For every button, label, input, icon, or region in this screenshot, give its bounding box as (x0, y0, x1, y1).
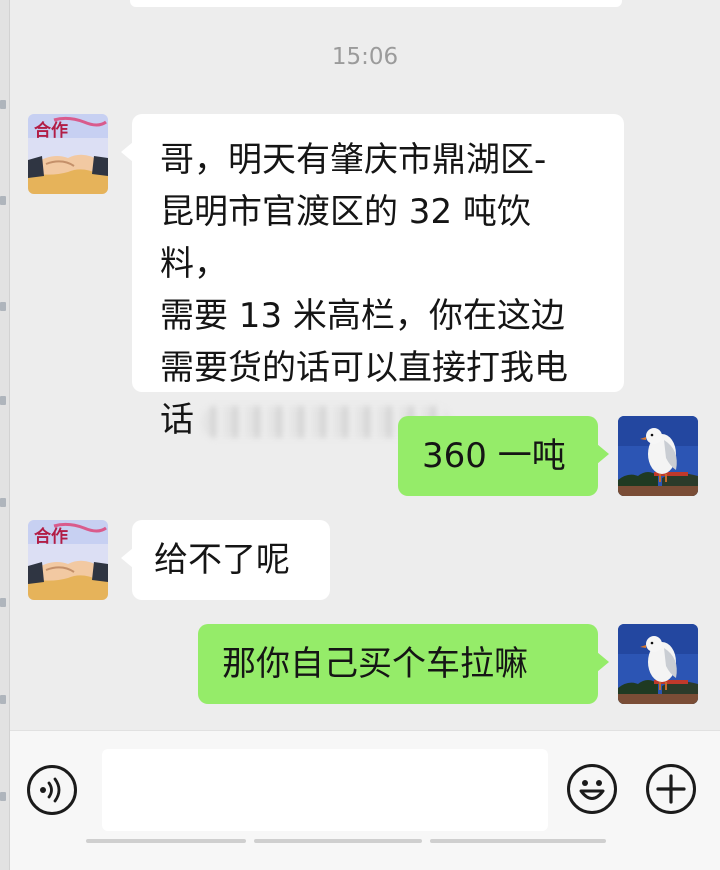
edge-mark (0, 396, 6, 405)
chat-input-bar (10, 730, 720, 870)
message-timestamp: 15:06 (331, 44, 399, 70)
scroll-indicator (86, 839, 246, 843)
message-line: 哥，明天有肇庆市鼎湖区- (160, 140, 547, 180)
edge-mark (0, 100, 6, 109)
outgoing-message-bubble[interactable]: 360 一吨 (398, 416, 609, 496)
my-avatar[interactable] (618, 624, 698, 704)
chat-message-area[interactable]: 15:06 合作 哥，明天有肇庆市鼎湖区- 昆明市官渡区的 32 吨饮料， 需要… (10, 0, 720, 730)
handshake-icon: 合作 (28, 520, 108, 600)
scroll-indicator (254, 839, 422, 843)
message-line: 昆明市官渡区的 32 吨饮料， (160, 192, 531, 284)
outgoing-message-bubble[interactable]: 那你自己买个车拉嘛 (198, 624, 609, 704)
scroll-indicator (430, 839, 606, 843)
left-window-edge (0, 0, 10, 870)
edge-mark (0, 695, 6, 704)
edge-mark (0, 302, 6, 311)
voice-icon (40, 777, 61, 803)
avatar-text: 合作 (34, 120, 68, 141)
voice-button[interactable] (27, 765, 77, 815)
message-input[interactable] (102, 749, 548, 831)
edge-mark (0, 498, 6, 507)
message-line: 需要货的话可以直接打我电 (160, 348, 568, 388)
plus-icon (656, 774, 686, 804)
emoji-icon (579, 780, 605, 800)
my-avatar[interactable] (618, 416, 698, 496)
edge-mark (0, 196, 6, 205)
handshake-icon: 合作 (28, 114, 108, 194)
contact-avatar[interactable]: 合作 (28, 520, 108, 600)
incoming-message-bubble[interactable]: 哥，明天有肇庆市鼎湖区- 昆明市官渡区的 32 吨饮料， 需要 13 米高栏，你… (121, 114, 624, 440)
emoji-button[interactable] (567, 764, 617, 814)
seagull-photo-icon (618, 416, 698, 496)
contact-avatar[interactable]: 合作 (28, 114, 108, 194)
message-line: 需要 13 米高栏，你在这边 (160, 296, 565, 336)
edge-mark (0, 792, 6, 801)
message-line: 话 (160, 400, 194, 440)
incoming-message-bubble[interactable]: 给不了呢 (121, 520, 330, 600)
more-options-button[interactable] (646, 764, 696, 814)
seagull-photo-icon (618, 624, 698, 704)
previous-message-bubble (130, 0, 622, 7)
avatar-text: 合作 (34, 526, 68, 547)
edge-mark (0, 598, 6, 607)
